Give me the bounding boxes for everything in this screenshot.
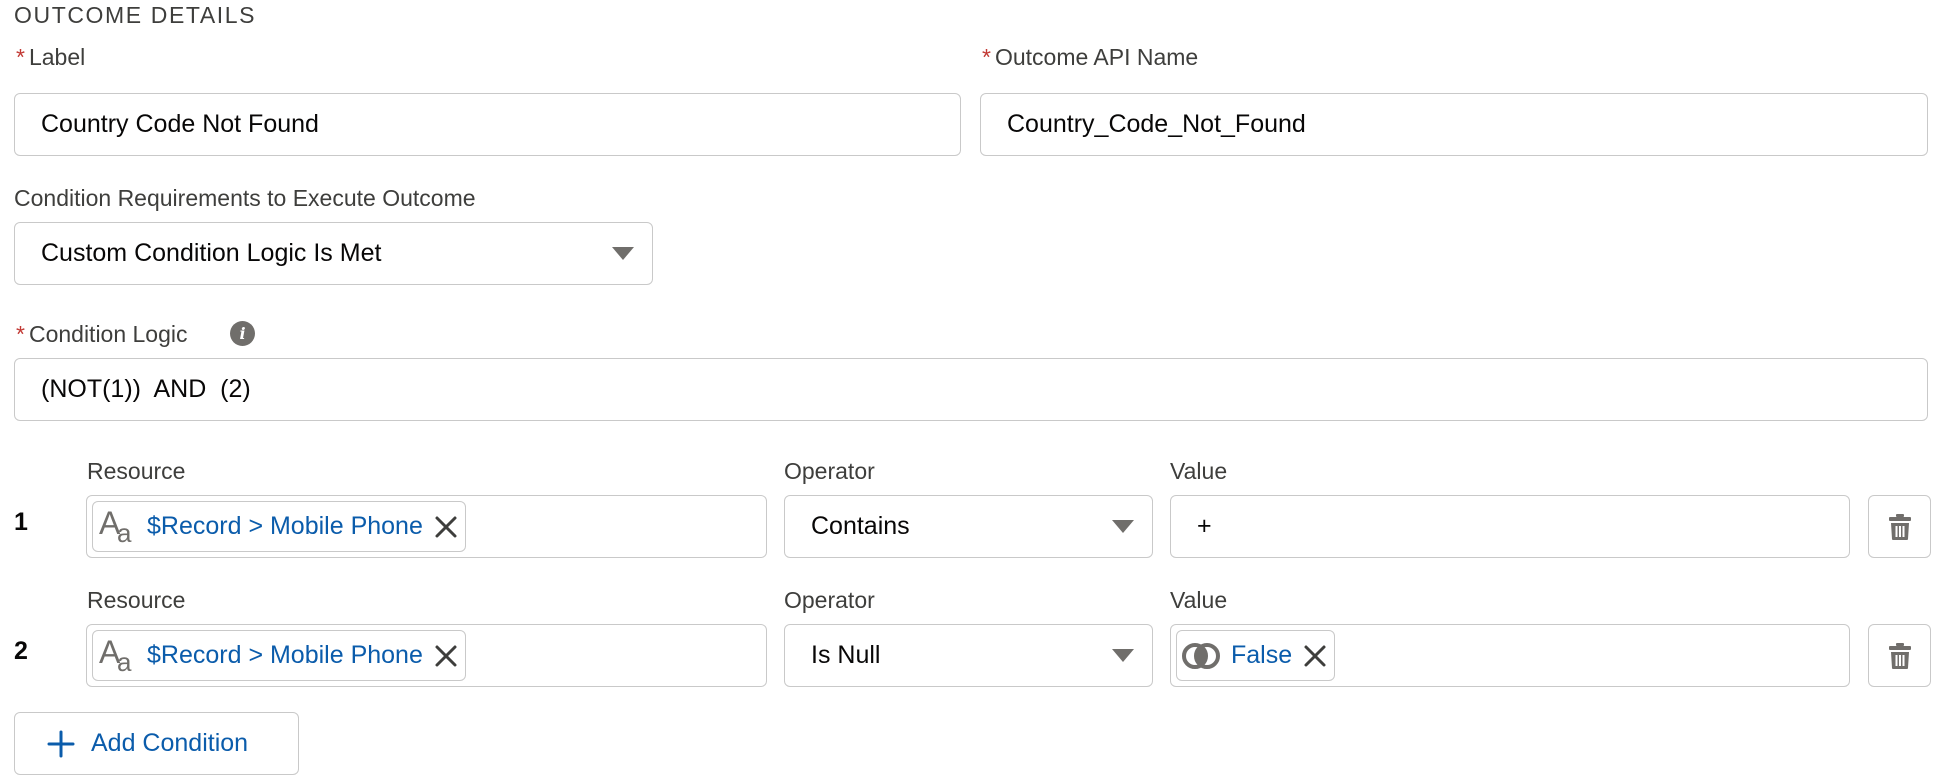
delete-condition-button[interactable] bbox=[1868, 495, 1931, 558]
chevron-down-icon bbox=[1112, 520, 1134, 533]
resource-input[interactable]: Aa $Record > Mobile Phone bbox=[86, 495, 767, 558]
value-input-value: + bbox=[1197, 512, 1212, 540]
api-name-field-label: * Outcome API Name bbox=[982, 44, 1198, 71]
resource-pill[interactable]: Aa $Record > Mobile Phone bbox=[92, 630, 466, 681]
operator-select[interactable]: Contains bbox=[784, 495, 1153, 558]
api-name-input-value: Country_Code_Not_Found bbox=[1007, 110, 1306, 138]
close-icon[interactable] bbox=[433, 643, 459, 669]
operator-label: Operator bbox=[784, 458, 875, 484]
condition-requirements-value: Custom Condition Logic Is Met bbox=[41, 239, 382, 267]
close-icon[interactable] bbox=[1302, 643, 1328, 669]
label-field-label: * Label bbox=[16, 44, 85, 71]
operator-select[interactable]: Is Null bbox=[784, 624, 1153, 687]
chevron-down-icon bbox=[1112, 649, 1134, 662]
value-input[interactable]: + bbox=[1170, 495, 1850, 558]
section-title: OUTCOME DETAILS bbox=[14, 2, 257, 28]
chevron-down-icon bbox=[612, 247, 634, 260]
delete-condition-button[interactable] bbox=[1868, 624, 1931, 687]
resource-label: Resource bbox=[87, 458, 186, 484]
close-icon[interactable] bbox=[433, 514, 459, 540]
resource-pill[interactable]: Aa $Record > Mobile Phone bbox=[92, 501, 466, 552]
label-field-label-text: Label bbox=[28, 44, 86, 70]
required-marker: * bbox=[982, 44, 991, 70]
condition-requirements-select[interactable]: Custom Condition Logic Is Met bbox=[14, 222, 653, 285]
boolean-icon bbox=[1182, 642, 1220, 669]
value-pill-text: False bbox=[1231, 641, 1293, 669]
text-type-icon: Aa bbox=[99, 633, 132, 677]
operator-value: Is Null bbox=[811, 641, 881, 669]
api-name-field-label-text: Outcome API Name bbox=[994, 44, 1199, 70]
add-condition-button[interactable]: Add Condition bbox=[14, 712, 299, 775]
add-condition-label: Add Condition bbox=[91, 729, 249, 757]
trash-icon bbox=[1888, 642, 1911, 669]
condition-number: 1 bbox=[14, 508, 28, 536]
condition-logic-input[interactable]: (NOT(1)) AND (2) bbox=[14, 358, 1928, 421]
condition-logic-label: * Condition Logic bbox=[16, 321, 188, 348]
required-marker: * bbox=[16, 321, 25, 347]
plus-icon bbox=[47, 730, 75, 757]
info-icon[interactable]: i bbox=[230, 321, 255, 346]
resource-pill-text: $Record > Mobile Phone bbox=[147, 512, 423, 540]
required-marker: * bbox=[16, 44, 25, 70]
value-pill[interactable]: False bbox=[1176, 630, 1336, 681]
value-label: Value bbox=[1170, 458, 1228, 484]
condition-requirements-label: Condition Requirements to Execute Outcom… bbox=[14, 185, 476, 211]
condition-logic-value: (NOT(1)) AND (2) bbox=[41, 375, 251, 403]
value-input[interactable]: False bbox=[1170, 624, 1850, 687]
resource-input[interactable]: Aa $Record > Mobile Phone bbox=[86, 624, 767, 687]
condition-logic-label-text: Condition Logic bbox=[28, 321, 188, 347]
operator-label: Operator bbox=[784, 587, 875, 613]
operator-value: Contains bbox=[811, 512, 910, 540]
api-name-input[interactable]: Country_Code_Not_Found bbox=[980, 93, 1928, 156]
value-label: Value bbox=[1170, 587, 1228, 613]
resource-pill-text: $Record > Mobile Phone bbox=[147, 641, 423, 669]
label-input-value: Country Code Not Found bbox=[41, 110, 319, 138]
label-input[interactable]: Country Code Not Found bbox=[14, 93, 961, 156]
trash-icon bbox=[1888, 513, 1911, 540]
text-type-icon: Aa bbox=[99, 504, 132, 548]
resource-label: Resource bbox=[87, 587, 186, 613]
condition-number: 2 bbox=[14, 637, 28, 665]
